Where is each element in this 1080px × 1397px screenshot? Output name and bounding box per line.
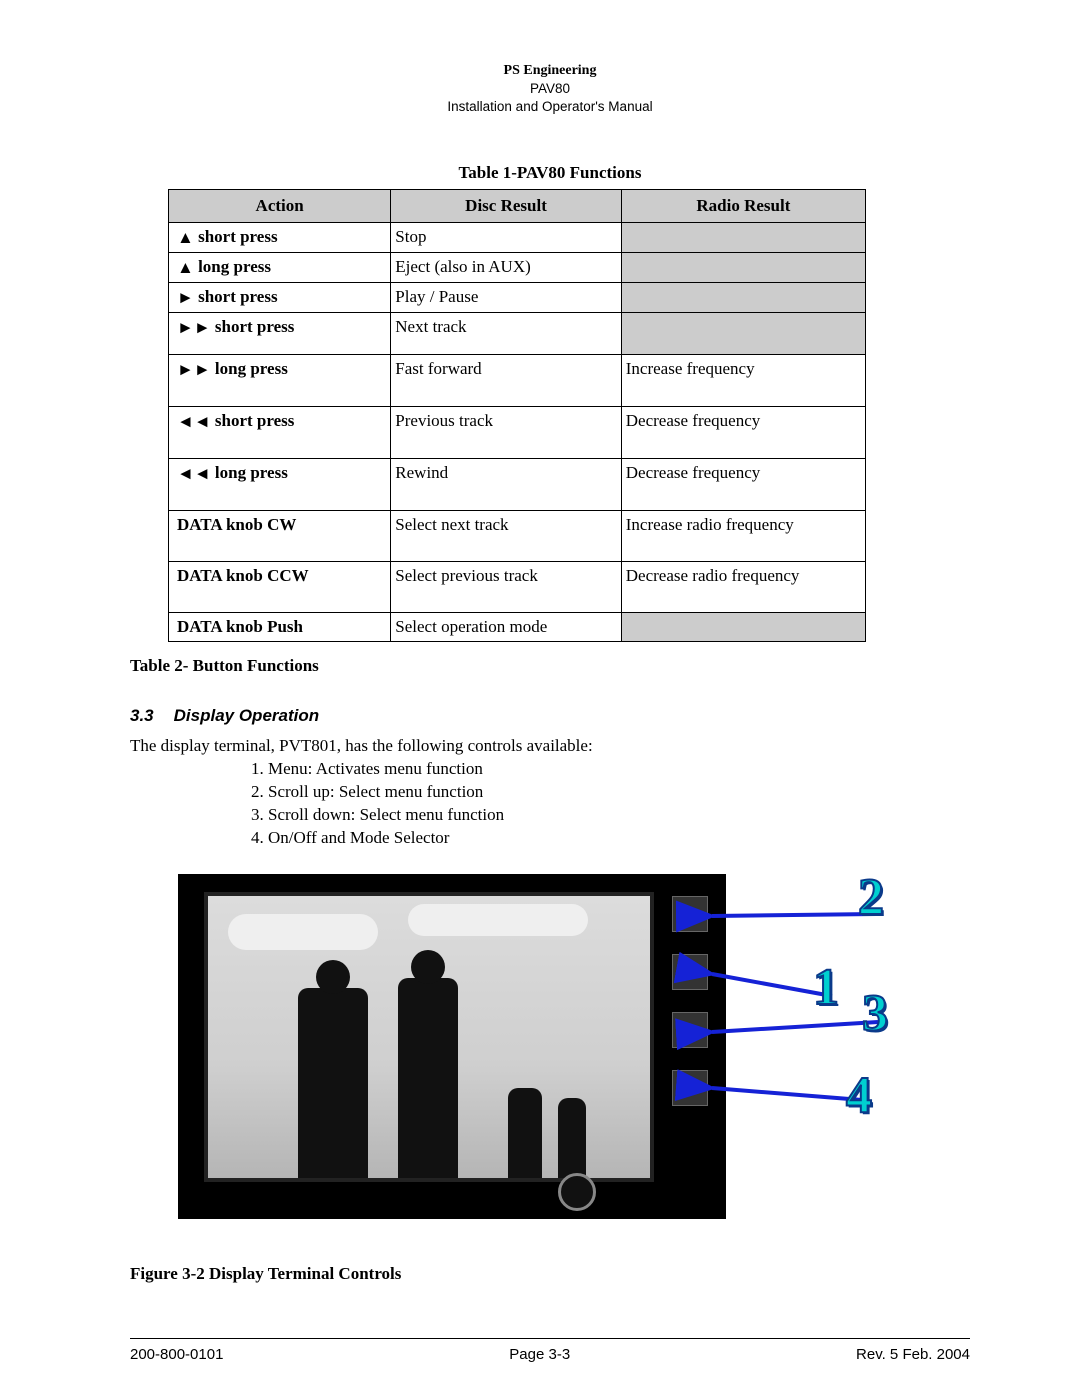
list-item: On/Off and Mode Selector — [268, 827, 970, 850]
radio-result-cell — [621, 313, 865, 355]
list-item: Scroll down: Select menu function — [268, 804, 970, 827]
action-text: short press — [194, 227, 278, 246]
display-screen — [204, 892, 654, 1182]
radio-result-cell — [621, 283, 865, 313]
footer-rule — [130, 1338, 970, 1339]
disc-result-cell: Select previous track — [391, 562, 621, 613]
action-cell: ►► short press — [169, 313, 391, 355]
action-cell: ►► long press — [169, 355, 391, 407]
table-row: ◄◄ short pressPrevious trackDecrease fre… — [169, 407, 866, 459]
disc-result-cell: Fast forward — [391, 355, 621, 407]
table-row: ►► long pressFast forwardIncrease freque… — [169, 355, 866, 407]
table1-title: Table 1-PAV80 Functions — [130, 163, 970, 183]
callout-number-1: 1 — [813, 958, 839, 1017]
table-row: DATA knob CW Select next trackIncrease ra… — [169, 511, 866, 562]
footer-right: Rev. 5 Feb. 2004 — [856, 1346, 970, 1363]
table-row: ▲ long pressEject (also in AUX) — [169, 253, 866, 283]
section-3-3-heading: 3.3 Display Operation — [130, 706, 970, 726]
action-symbol-icon: ◄◄ — [177, 412, 211, 432]
callout-number-2: 2 — [858, 868, 884, 927]
control-knob-icon — [558, 1173, 596, 1211]
disc-result-cell: Stop — [391, 223, 621, 253]
figure-3-2: ▲ ■ ▼ ⏻ 1 2 3 4 — [178, 874, 898, 1254]
disc-result-cell: Select operation mode — [391, 613, 621, 642]
action-symbol-icon: ► — [177, 288, 194, 308]
table-row: DATA knob Push Select operation mode — [169, 613, 866, 642]
action-cell: ◄◄ short press — [169, 407, 391, 459]
radio-result-cell: Decrease frequency — [621, 407, 865, 459]
section-3-3-intro: The display terminal, PVT801, has the fo… — [130, 736, 970, 756]
action-text: long press — [211, 359, 288, 378]
disc-result-cell: Eject (also in AUX) — [391, 253, 621, 283]
action-cell: DATA knob Push — [169, 613, 391, 642]
disc-result-cell: Play / Pause — [391, 283, 621, 313]
table2-label: Table 2- Button Functions — [130, 656, 970, 676]
radio-result-cell: Decrease radio frequency — [621, 562, 865, 613]
action-text: short press — [194, 287, 278, 306]
radio-result-cell — [621, 613, 865, 642]
header-doctype: Installation and Operator's Manual — [130, 98, 970, 116]
col-action: Action — [169, 190, 391, 223]
table-row: DATA knob CCW Select previous trackDecrea… — [169, 562, 866, 613]
page-footer: 200-800-0101 Page 3-3 Rev. 5 Feb. 2004 — [130, 1346, 970, 1363]
radio-result-cell: Decrease frequency — [621, 459, 865, 511]
action-text: short press — [211, 411, 295, 430]
action-cell: ► short press — [169, 283, 391, 313]
radio-result-cell — [621, 253, 865, 283]
action-text: long press — [194, 257, 271, 276]
action-symbol-icon: ▲ — [177, 258, 194, 278]
disc-result-cell: Previous track — [391, 407, 621, 459]
footer-left: 200-800-0101 — [130, 1346, 223, 1363]
functions-table: Action Disc Result Radio Result ▲ short … — [168, 189, 866, 642]
header-model: PAV80 — [130, 80, 970, 98]
power-mode-button-icon: ⏻ — [672, 1070, 708, 1106]
radio-result-cell: Increase frequency — [621, 355, 865, 407]
action-text: DATA knob CW — [177, 515, 296, 534]
action-text: DATA knob Push — [177, 617, 303, 636]
callout-number-4: 4 — [846, 1066, 872, 1125]
radio-result-cell — [621, 223, 865, 253]
col-disc: Disc Result — [391, 190, 621, 223]
table-row: ▲ short pressStop — [169, 223, 866, 253]
disc-result-cell: Next track — [391, 313, 621, 355]
action-cell: ▲ long press — [169, 253, 391, 283]
table-row: ◄◄ long pressRewindDecrease frequency — [169, 459, 866, 511]
table-row: ► short pressPlay / Pause — [169, 283, 866, 313]
section-3-3-number: 3.3 — [130, 706, 154, 725]
disc-result-cell: Rewind — [391, 459, 621, 511]
radio-result-cell: Increase radio frequency — [621, 511, 865, 562]
figure-3-2-caption: Figure 3-2 Display Terminal Controls — [130, 1264, 970, 1284]
action-cell: DATA knob CW — [169, 511, 391, 562]
action-symbol-icon: ◄◄ — [177, 464, 211, 484]
list-item: Menu: Activates menu function — [268, 758, 970, 781]
page-header: PS Engineering PAV80 Installation and Op… — [130, 62, 970, 115]
action-cell: ◄◄ long press — [169, 459, 391, 511]
action-symbol-icon: ▲ — [177, 228, 194, 248]
header-company: PS Engineering — [130, 62, 970, 80]
action-text: long press — [211, 463, 288, 482]
action-cell: ▲ short press — [169, 223, 391, 253]
action-text: DATA knob CCW — [177, 566, 309, 585]
menu-button-icon: ■ — [672, 954, 708, 990]
action-symbol-icon: ►► — [177, 318, 211, 338]
action-text: short press — [211, 317, 295, 336]
scroll-up-button-icon: ▲ — [672, 896, 708, 932]
display-terminal: ▲ ■ ▼ ⏻ — [178, 874, 726, 1219]
col-radio: Radio Result — [621, 190, 865, 223]
disc-result-cell: Select next track — [391, 511, 621, 562]
list-item: Scroll up: Select menu function — [268, 781, 970, 804]
callout-number-3: 3 — [862, 984, 888, 1043]
section-3-3-title: Display Operation — [174, 706, 319, 725]
action-symbol-icon: ►► — [177, 360, 211, 380]
scroll-down-button-icon: ▼ — [672, 1012, 708, 1048]
controls-list: Menu: Activates menu functionScroll up: … — [268, 758, 970, 850]
table-row: ►► short pressNext track — [169, 313, 866, 355]
footer-center: Page 3-3 — [509, 1346, 570, 1363]
action-cell: DATA knob CCW — [169, 562, 391, 613]
